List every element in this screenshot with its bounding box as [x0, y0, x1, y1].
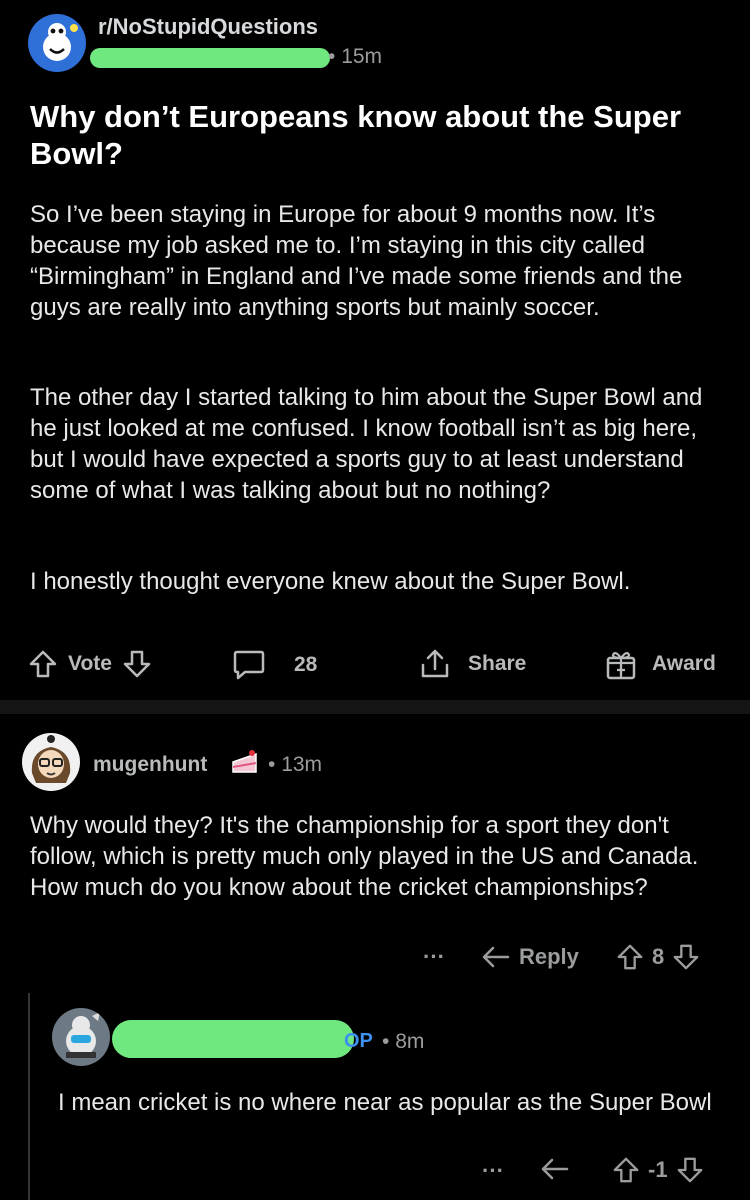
share-icon [418, 647, 452, 681]
meta-dot: • [382, 1030, 396, 1053]
reply-icon [481, 944, 511, 970]
comment-username[interactable]: mugenhunt [93, 753, 207, 777]
vote-label: Vote [68, 652, 112, 675]
subreddit-avatar[interactable] [28, 14, 86, 72]
vote-control: Vote [28, 649, 152, 679]
downvote-icon[interactable] [676, 1156, 704, 1184]
comment-count: 28 [294, 653, 318, 676]
comment-score: 8 [652, 944, 665, 969]
post-action-bar: Vote 28 Share Award [0, 645, 750, 685]
post-paragraph-3: I honestly thought everyone knew about t… [30, 568, 631, 595]
post-meta: • 15m [328, 45, 382, 69]
comment-text: Why would they? It's the championship fo… [30, 812, 699, 901]
comment-more-button[interactable]: ··· [482, 1158, 504, 1184]
comment-time: 8m [395, 1030, 425, 1053]
post-paragraph-1: So I’ve been staying in Europe for about… [30, 201, 683, 321]
reply-button[interactable]: Reply [481, 944, 579, 970]
upvote-icon[interactable] [616, 943, 644, 971]
downvote-icon[interactable] [122, 649, 152, 679]
cake-day-icon [230, 748, 260, 776]
comment-more-button[interactable]: ··· [423, 944, 445, 970]
comment-meta: • 8m [382, 1030, 424, 1054]
share-label: Share [468, 652, 527, 675]
comments-button[interactable]: 28 [232, 649, 317, 681]
comment-meta: • 13m [268, 753, 322, 777]
gift-icon [604, 647, 638, 681]
post-title: Why don’t Europeans know about the Super… [30, 99, 682, 171]
upvote-icon[interactable] [28, 649, 58, 679]
award-label: Award [652, 652, 716, 675]
section-divider [0, 700, 750, 714]
meta-dot: • [328, 45, 342, 68]
reply-icon [540, 1156, 570, 1182]
comment-text: I mean cricket is no where near as popul… [58, 1089, 712, 1116]
post-paragraph-2: The other day I started talking to him a… [30, 384, 703, 504]
comment-thread-line [28, 993, 30, 1200]
award-button[interactable]: Award [604, 647, 716, 681]
op-avatar[interactable] [52, 1008, 110, 1066]
op-badge: OP [344, 1030, 373, 1052]
share-button[interactable]: Share [418, 647, 526, 681]
post-time: 15m [341, 45, 383, 68]
reply-button[interactable] [540, 1156, 570, 1182]
downvote-icon[interactable] [672, 943, 700, 971]
meta-dot: • [268, 753, 282, 776]
commenter-avatar[interactable] [22, 733, 80, 791]
redacted-username [90, 48, 330, 68]
redacted-username [112, 1020, 354, 1058]
comment-icon [232, 649, 266, 681]
comment-vote: 8 [616, 943, 700, 971]
comment-time: 13m [281, 753, 323, 776]
upvote-icon[interactable] [612, 1156, 640, 1184]
more-dots: ··· [423, 944, 445, 969]
subreddit-name[interactable]: r/NoStupidQuestions [98, 14, 318, 40]
more-dots: ··· [482, 1158, 504, 1183]
comment-score: -1 [648, 1157, 668, 1182]
reply-label: Reply [519, 944, 579, 969]
comment-vote: -1 [612, 1156, 704, 1184]
